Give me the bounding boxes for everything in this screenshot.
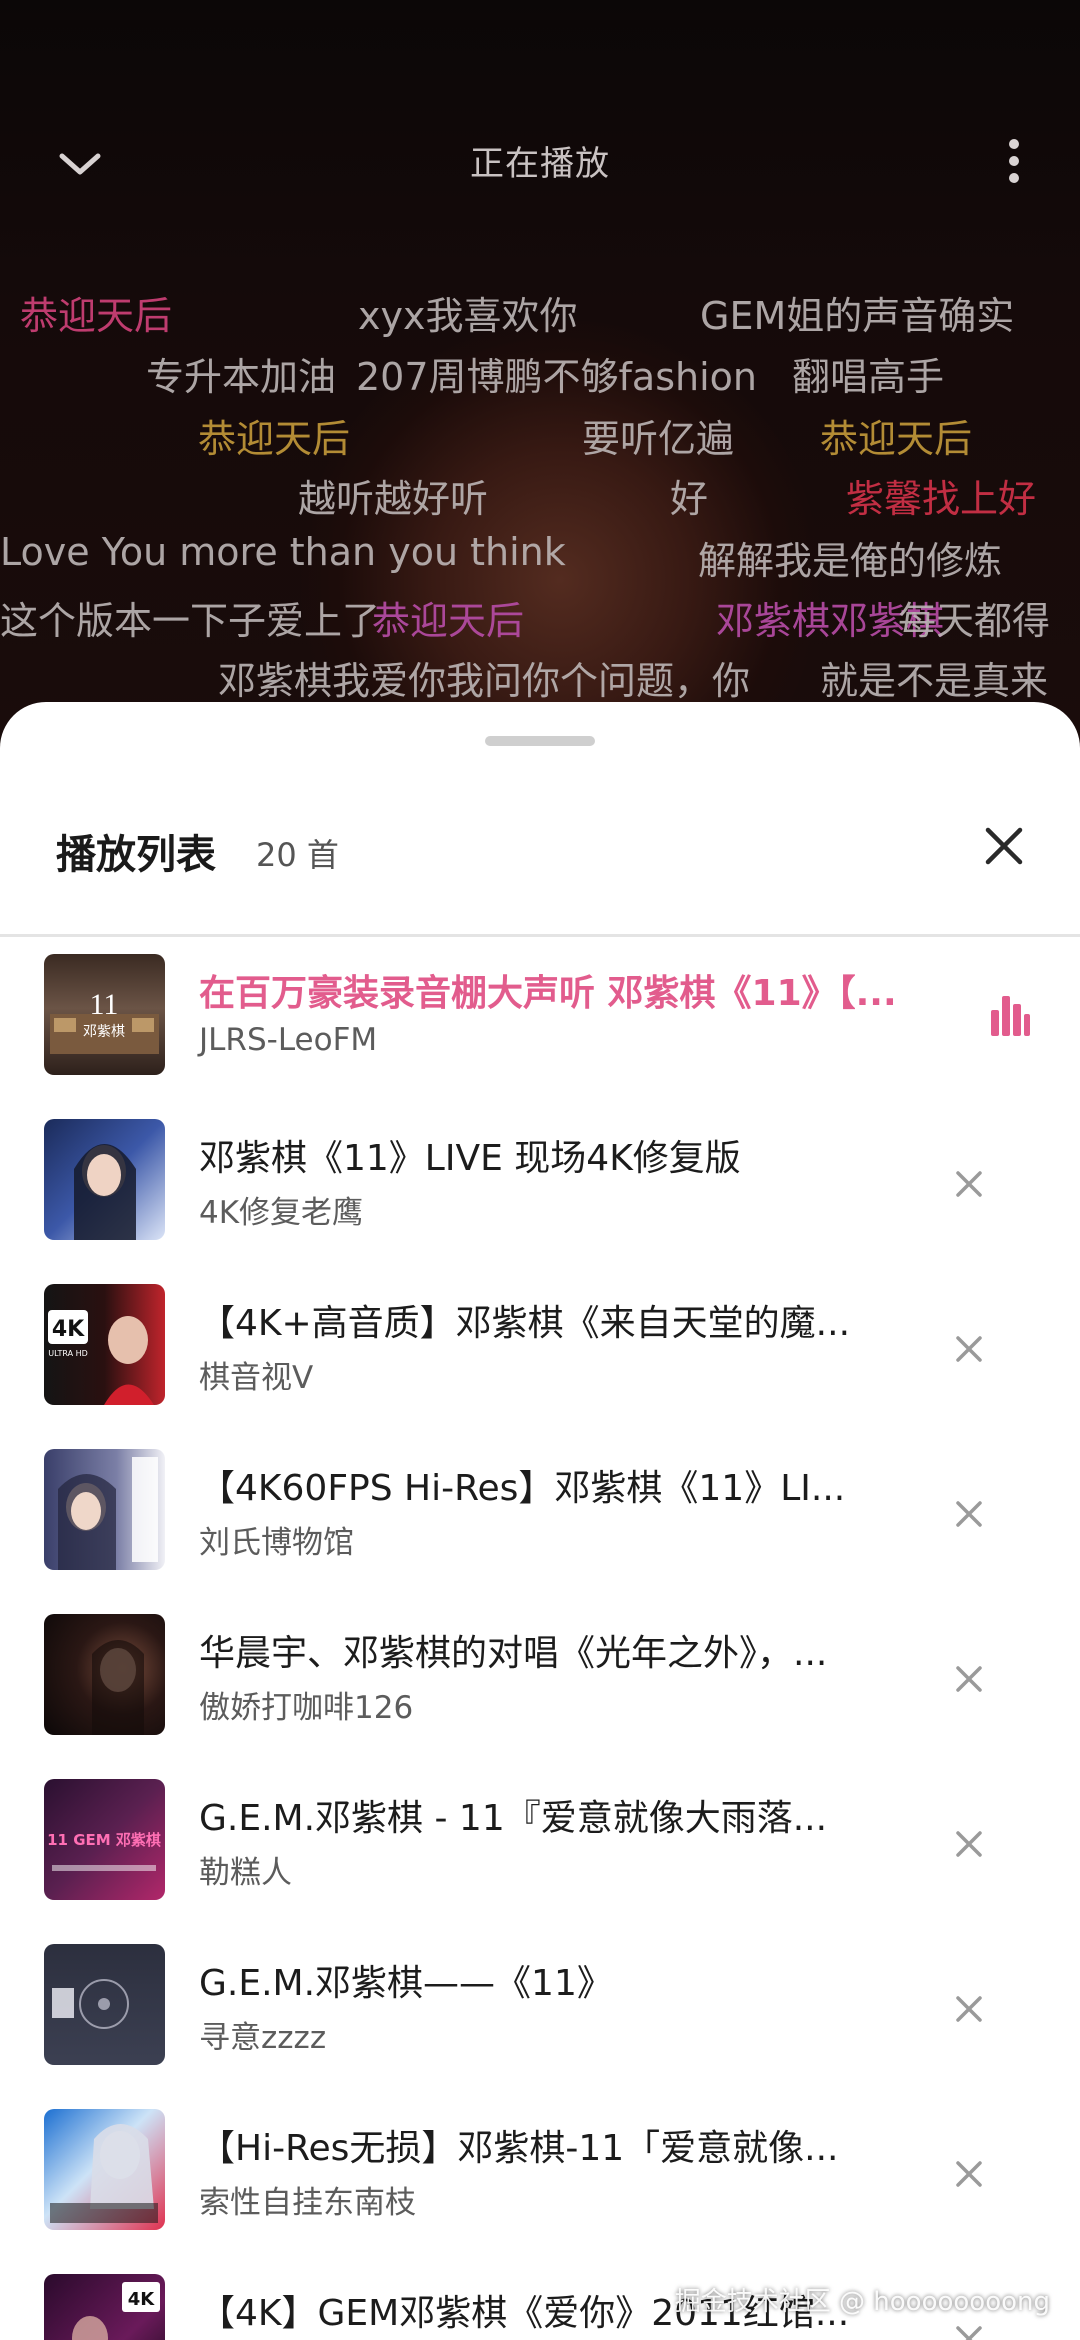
close-icon (956, 1666, 982, 1692)
song-thumbnail (44, 1449, 165, 1570)
svg-text:11: 11 (90, 988, 119, 1021)
playlist-count: 20 首 (256, 836, 339, 874)
song-artist: 寻意zzzz (199, 2020, 327, 2056)
song-title: 【Hi-Res无损】邓紫棋-11「爱意就像... (199, 2128, 839, 2169)
svg-text:11 GEM 邓紫棋: 11 GEM 邓紫棋 (47, 1831, 161, 1849)
danmaku-comment: 邓紫棋我爱你 (218, 659, 447, 703)
song-artist: 索性自挂东南枝 (199, 2185, 416, 2221)
playlist-sheet: 播放列表 20 首 11 邓紫棋 在百万豪装录音棚大声听 邓紫棋《11》【... (0, 702, 1080, 2340)
list-item[interactable]: 【Hi-Res无损】邓紫棋-11「爱意就像... 索性自挂东南枝 (0, 2105, 1080, 2270)
now-playing-bars-icon (988, 992, 1032, 1038)
song-title: 【4K60FPS Hi-Res】邓紫棋《11》LI... (199, 1468, 846, 1509)
danmaku-comment: 我问你个问题，你 (446, 659, 751, 703)
page-title: 正在播放 (470, 144, 610, 184)
danmaku-comment: 专升本加油 (146, 355, 337, 399)
playlist-header: 播放列表 20 首 (0, 802, 1080, 892)
remove-song-button[interactable] (950, 1330, 988, 1368)
song-artist: JLRS-LeoFM (199, 1022, 378, 1058)
danmaku-comment: 这个版本一下子爱上了 (0, 599, 381, 643)
song-artist: 棋音视V (199, 1360, 314, 1396)
remove-song-button[interactable] (950, 1660, 988, 1698)
list-item[interactable]: 华晨宇、邓紫棋的对唱《光年之外》，... 傲娇打咖啡126 (0, 1610, 1080, 1775)
playlist-title: 播放列表 (56, 832, 216, 878)
close-icon (956, 2161, 982, 2187)
danmaku-comment: 就是不是真来 (820, 659, 1049, 703)
song-title: 【4K+高音质】邓紫棋《来自天堂的魔... (199, 1303, 851, 1344)
more-options-button[interactable] (1004, 132, 1024, 192)
playlist-list: 11 邓紫棋 在百万豪装录音棚大声听 邓紫棋《11》【... JLRS-LeoF… (0, 950, 1080, 2340)
danmaku-comment: Love You more than you think (0, 530, 566, 574)
player-top-bar: 正在播放 (0, 110, 1080, 200)
drag-handle[interactable] (485, 736, 595, 746)
danmaku-comment: 好 (670, 477, 709, 521)
danmaku-comment: 每天都得 (898, 599, 1051, 643)
danmaku-comment: 恭迎天后 (20, 294, 173, 338)
danmaku-comment: 恭迎天后 (198, 417, 351, 461)
close-icon (956, 1996, 982, 2022)
list-item[interactable]: 11 GEM 邓紫棋 G.E.M.邓紫棋 - 11『爱意就像大雨落... 勒糕人 (0, 1775, 1080, 1940)
remove-song-button[interactable] (950, 1495, 988, 1533)
song-artist: 刘氏博物馆 (199, 1525, 354, 1561)
remove-song-button[interactable] (950, 1825, 988, 1863)
list-item[interactable]: 11 邓紫棋 在百万豪装录音棚大声听 邓紫棋《11》【... JLRS-LeoF… (0, 950, 1080, 1115)
remove-song-button[interactable] (950, 1990, 988, 2028)
list-item[interactable]: 邓紫棋《11》LIVE 现场4K修复版 4K修复老鹰 (0, 1115, 1080, 1280)
divider (0, 934, 1080, 937)
song-title: G.E.M.邓紫棋 - 11『爱意就像大雨落... (199, 1798, 828, 1839)
close-icon (956, 1171, 982, 1197)
song-title: G.E.M.邓紫棋——《11》 (199, 1963, 613, 2004)
svg-text:邓紫棋: 邓紫棋 (83, 1024, 125, 1040)
close-icon (956, 1336, 982, 1362)
song-title: 在百万豪装录音棚大声听 邓紫棋《11》【... (199, 973, 897, 1014)
song-thumbnail (44, 1944, 165, 2065)
song-thumbnail: 4K ULTRA HD (44, 1284, 165, 1405)
song-artist: 勒糕人 (199, 1855, 292, 1891)
svg-text:ULTRA HD: ULTRA HD (48, 1349, 88, 1358)
song-artist: 4K修复老鹰 (199, 1195, 364, 1231)
song-thumbnail: 4K (44, 2274, 165, 2340)
danmaku-comment: 恭迎天后 (820, 417, 973, 461)
danmaku-comment: 解解我是俺的修炼 (698, 539, 1003, 583)
danmaku-comment: 翻唱高手 (792, 355, 945, 399)
more-vertical-icon (1004, 139, 1024, 183)
remove-song-button[interactable] (950, 1165, 988, 1203)
song-title: 华晨宇、邓紫棋的对唱《光年之外》，... (199, 1633, 828, 1674)
danmaku-comment: 207周博鹏不够fashion (356, 355, 757, 399)
song-thumbnail (44, 1119, 165, 1240)
danmaku-comment: GEM姐的声音确实 (700, 294, 1015, 338)
song-thumbnail: 11 GEM 邓紫棋 (44, 1779, 165, 1900)
watermark: 掘金技术社区 @ hoooooooong (674, 2287, 1050, 2317)
danmaku-comment: 恭迎天后 (372, 599, 525, 643)
svg-text:4K: 4K (52, 1317, 85, 1342)
song-title: 邓紫棋《11》LIVE 现场4K修复版 (199, 1138, 741, 1179)
song-thumbnail (44, 1614, 165, 1735)
list-item[interactable]: 【4K60FPS Hi-Res】邓紫棋《11》LI... 刘氏博物馆 (0, 1445, 1080, 1610)
close-icon (956, 2326, 982, 2340)
svg-text:4K: 4K (128, 2289, 156, 2310)
close-button[interactable] (978, 820, 1030, 872)
now-playing-background: 正在播放 恭迎天后 xyx我喜欢你 GEM姐的声音确实 专升本加油 207周博鹏… (0, 0, 1080, 760)
close-icon (956, 1501, 982, 1527)
remove-song-button[interactable] (950, 2155, 988, 2193)
song-thumbnail (44, 2109, 165, 2230)
danmaku-comment: 要听亿遍 (582, 417, 735, 461)
danmaku-comment: 越听越好听 (298, 477, 489, 521)
song-thumbnail: 11 邓紫棋 (44, 954, 165, 1075)
danmaku-comment: 紫馨找上好 (846, 477, 1037, 521)
danmaku-comment: xyx我喜欢你 (358, 294, 578, 338)
close-icon (985, 827, 1023, 865)
list-item[interactable]: 4K ULTRA HD 【4K+高音质】邓紫棋《来自天堂的魔... 棋音视V (0, 1280, 1080, 1445)
song-artist: 傲娇打咖啡126 (199, 1690, 414, 1726)
list-item[interactable]: G.E.M.邓紫棋——《11》 寻意zzzz (0, 1940, 1080, 2105)
remove-song-button[interactable] (950, 2320, 988, 2340)
close-icon (956, 1831, 982, 1857)
